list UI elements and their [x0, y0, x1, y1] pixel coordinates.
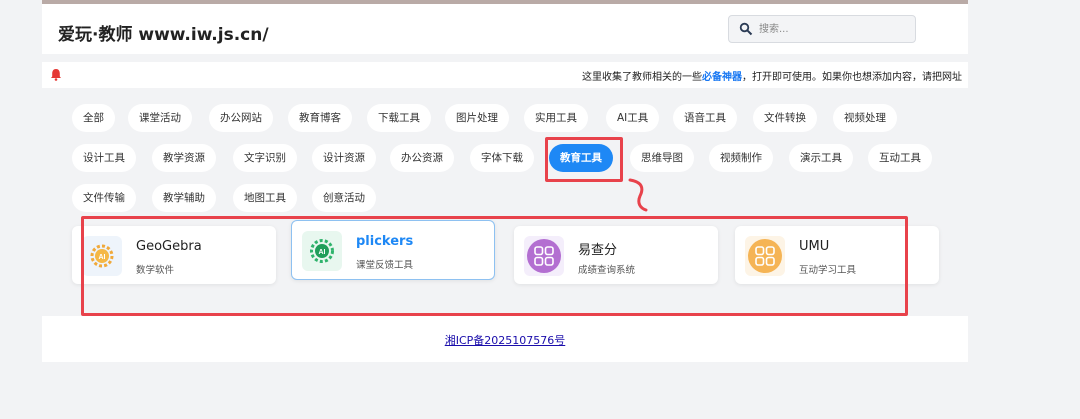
- category-tag[interactable]: 教学资源: [152, 144, 216, 172]
- category-tag[interactable]: 文件传输: [72, 184, 136, 212]
- annotation-box-cards: [81, 216, 908, 316]
- category-tag[interactable]: 地图工具: [233, 184, 297, 212]
- category-tag[interactable]: 文件转换: [753, 104, 817, 132]
- annotation-connector: [628, 178, 648, 212]
- category-tag[interactable]: 创意活动: [312, 184, 376, 212]
- category-tag[interactable]: 文字识别: [233, 144, 297, 172]
- category-tag[interactable]: 思维导图: [630, 144, 694, 172]
- notice-text: 这里收集了教师相关的一些必备神器，打开即可使用。如果你也想添加内容，请把网址: [582, 72, 962, 83]
- annotation-box-category: [545, 137, 623, 182]
- category-tag[interactable]: 下载工具: [367, 104, 431, 132]
- category-tag[interactable]: 办公网站: [209, 104, 273, 132]
- category-tag[interactable]: 设计资源: [312, 144, 376, 172]
- bell-icon: [51, 69, 61, 81]
- category-tag[interactable]: 演示工具: [789, 144, 853, 172]
- search-box[interactable]: [728, 15, 916, 43]
- site-header: 爱玩·教师 www.iw.js.cn/: [42, 4, 968, 54]
- category-tag[interactable]: 实用工具: [524, 104, 588, 132]
- site-title[interactable]: 爱玩·教师 www.iw.js.cn/: [58, 20, 269, 45]
- category-tag[interactable]: 教学辅助: [152, 184, 216, 212]
- site-footer: 湘ICP备2025107576号: [42, 316, 968, 362]
- category-tag[interactable]: AI工具: [606, 104, 660, 132]
- category-tag[interactable]: 办公资源: [390, 144, 454, 172]
- category-tag[interactable]: 字体下载: [470, 144, 534, 172]
- category-tag[interactable]: 全部: [72, 104, 115, 132]
- category-tag[interactable]: 教育博客: [288, 104, 352, 132]
- category-tag[interactable]: 图片处理: [445, 104, 509, 132]
- category-tag[interactable]: 语音工具: [673, 104, 737, 132]
- category-tag[interactable]: 设计工具: [72, 144, 136, 172]
- category-tag[interactable]: 视频制作: [709, 144, 773, 172]
- search-icon: [739, 22, 753, 36]
- icp-link[interactable]: 湘ICP备2025107576号: [445, 332, 566, 348]
- notice-bar: 这里收集了教师相关的一些必备神器，打开即可使用。如果你也想添加内容，请把网址: [42, 62, 968, 88]
- notice-highlight: 必备神器: [702, 72, 742, 83]
- category-tag[interactable]: 视频处理: [833, 104, 897, 132]
- category-tag[interactable]: 互动工具: [868, 144, 932, 172]
- search-input[interactable]: [759, 20, 909, 38]
- category-tag[interactable]: 课堂活动: [128, 104, 192, 132]
